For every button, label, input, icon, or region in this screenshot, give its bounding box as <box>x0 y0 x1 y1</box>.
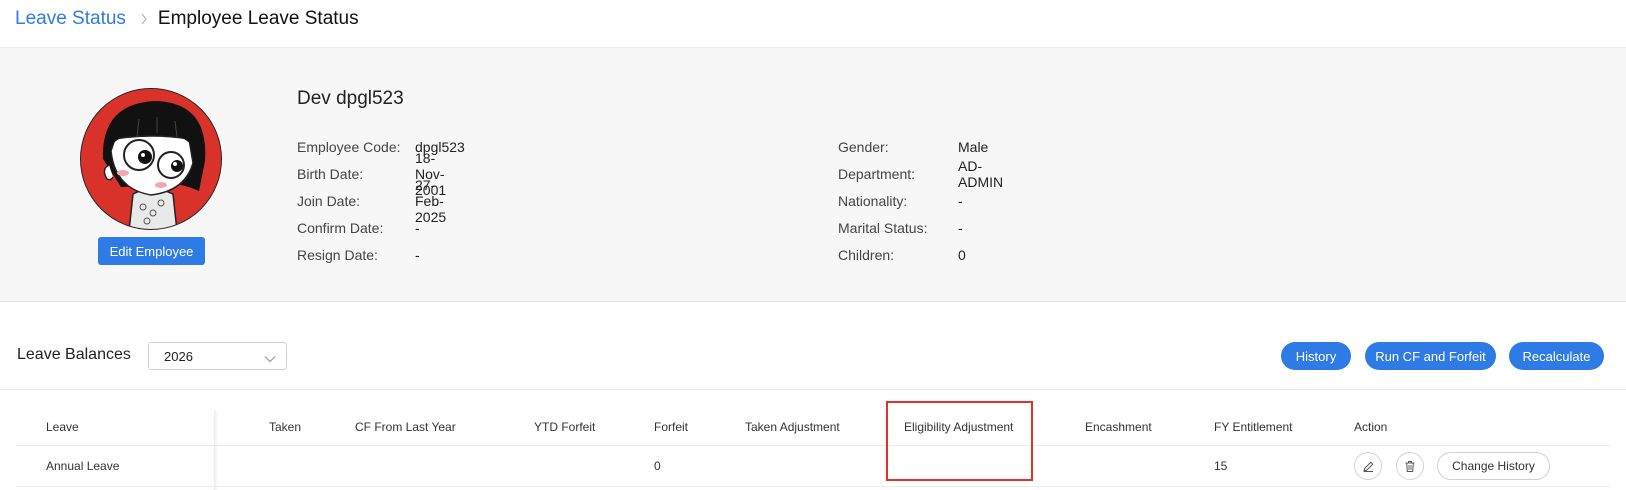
info-label: Employee Code: <box>297 138 401 155</box>
info-label: Birth Date: <box>297 165 364 182</box>
employee-details-left: Employee Code: dpgl523 Birth Date: 18-No… <box>297 133 465 268</box>
info-label: Department: <box>838 165 916 182</box>
avatar <box>80 88 222 230</box>
info-row-department: Department: AD-ADMIN <box>838 158 1003 190</box>
cell-leave: Annual Leave <box>46 459 120 473</box>
info-label: Marital Status: <box>838 219 928 236</box>
chevron-right-icon <box>140 13 148 25</box>
info-value: - <box>958 219 963 236</box>
column-header-leave: Leave <box>46 420 79 434</box>
edit-row-button[interactable] <box>1354 452 1382 480</box>
pencil-icon <box>1362 460 1375 473</box>
history-button[interactable]: History <box>1281 342 1351 370</box>
year-select-value: 2026 <box>164 348 193 364</box>
divider <box>16 486 1610 487</box>
column-header-taken: Taken <box>269 420 302 434</box>
chevron-down-icon <box>264 351 276 366</box>
edit-employee-button[interactable]: Edit Employee <box>98 237 205 265</box>
column-header-action: Action <box>1354 420 1388 434</box>
cell-fy-entitlement: 15 <box>1214 459 1228 473</box>
info-value: 27-Feb-2025 <box>415 176 447 225</box>
highlight-box <box>886 401 1033 481</box>
run-cf-forfeit-button[interactable]: Run CF and Forfeit <box>1365 342 1496 370</box>
divider <box>0 389 1626 390</box>
info-row-birth-date: Birth Date: 18-Nov-2001 <box>297 150 446 198</box>
info-row-join-date: Join Date: 27-Feb-2025 <box>297 177 446 225</box>
change-history-button[interactable]: Change History <box>1437 452 1550 480</box>
employee-leave-status-page: Leave Status Employee Leave Status Edit … <box>0 0 1626 490</box>
breadcrumb: Leave Status Employee Leave Status <box>15 7 359 31</box>
info-row-marital-status: Marital Status: - <box>838 214 963 241</box>
info-label: Join Date: <box>297 192 361 209</box>
info-value: Male <box>958 138 989 155</box>
year-select[interactable]: 2026 <box>148 342 287 370</box>
column-header-cf-from-last-year: CF From Last Year <box>355 420 456 434</box>
info-row-confirm-date: Confirm Date: - <box>297 214 420 241</box>
column-header-forfeit: Forfeit <box>654 420 689 434</box>
trash-icon <box>1404 460 1416 473</box>
table-header: Leave Taken CF From Last Year YTD Forfei… <box>0 409 1626 445</box>
employee-name: Dev dpgl523 <box>297 88 404 109</box>
leave-balances-title: Leave Balances <box>17 346 131 363</box>
info-label: Resign Date: <box>297 246 378 263</box>
info-row-gender: Gender: Male <box>838 133 988 160</box>
recalculate-button[interactable]: Recalculate <box>1509 342 1604 370</box>
info-label: Nationality: <box>838 192 908 209</box>
cell-forfeit: 0 <box>654 459 661 473</box>
info-row-employee-code: Employee Code: dpgl523 <box>297 133 465 160</box>
info-value: 0 <box>958 246 966 263</box>
info-label: Confirm Date: <box>297 219 384 236</box>
info-row-nationality: Nationality: - <box>838 187 963 214</box>
delete-row-button[interactable] <box>1396 452 1424 480</box>
page-title: Employee Leave Status <box>157 8 359 29</box>
column-header-ytd-forfeit: YTD Forfeit <box>534 420 596 434</box>
table-row: Annual Leave 0 15 <box>0 446 1626 486</box>
info-row-children: Children: 0 <box>838 241 966 268</box>
breadcrumb-leave-status-link[interactable]: Leave Status <box>15 8 126 30</box>
column-header-taken-adjustment: Taken Adjustment <box>745 420 840 434</box>
info-value: - <box>958 192 963 209</box>
employee-profile-panel: Edit Employee Dev dpgl523 Employee Code:… <box>0 47 1626 302</box>
info-label: Gender: <box>838 138 889 155</box>
employee-details-right: Gender: Male Department: AD-ADMIN Nation… <box>838 133 1003 268</box>
info-value: - <box>415 219 420 236</box>
info-value: - <box>415 246 420 263</box>
info-row-resign-date: Resign Date: - <box>297 241 420 268</box>
info-value: AD-ADMIN <box>958 157 1004 190</box>
column-header-encashment: Encashment <box>1085 420 1152 434</box>
info-label: Children: <box>838 246 895 263</box>
column-header-fy-entitlement: FY Entitlement <box>1214 420 1293 434</box>
